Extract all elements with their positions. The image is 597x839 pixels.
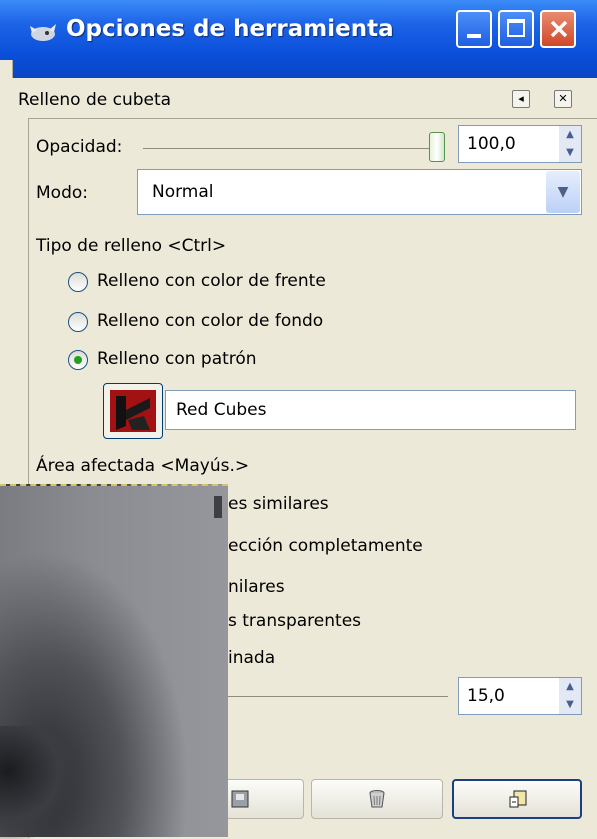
radio-selected-dot <box>74 356 82 364</box>
radio-pattern[interactable] <box>68 350 88 370</box>
affected-area-label: Área afectada <Mayús.> <box>36 456 250 476</box>
delete-options-button[interactable] <box>311 779 443 819</box>
gimp-logo-icon <box>30 24 56 41</box>
photo-speck <box>214 496 222 518</box>
opacity-value: 100,0 <box>467 134 516 154</box>
option-partial-4[interactable]: s transparentes <box>228 611 361 631</box>
option-partial-3[interactable]: nilares <box>228 577 285 597</box>
pattern-select-button[interactable] <box>103 383 163 439</box>
close-button[interactable] <box>540 10 576 48</box>
option-partial-2[interactable]: ección completamente <box>228 536 423 556</box>
window-title: Opciones de herramienta <box>66 16 394 42</box>
dock-title: Relleno de cubeta <box>18 90 172 110</box>
spin-down-icon[interactable]: ▼ <box>559 696 581 714</box>
window-titlebar[interactable]: Opciones de herramienta <box>0 0 597 78</box>
dock-menu-icon[interactable]: ◂ <box>512 90 530 108</box>
opacity-slider-thumb[interactable] <box>429 132 445 162</box>
pattern-preview <box>110 390 156 432</box>
mode-value: Normal <box>152 182 214 202</box>
mode-combo[interactable]: Normal ▼ <box>137 169 582 215</box>
option-partial-1[interactable]: es similares <box>228 494 329 514</box>
opacity-slider-track[interactable] <box>143 148 435 149</box>
reset-options-button[interactable] <box>452 779 582 819</box>
maximize-icon <box>507 19 525 37</box>
opacity-label: Opacidad: <box>36 137 123 157</box>
chevron-down-icon[interactable]: ▼ <box>546 171 580 213</box>
pattern-name-field[interactable]: Red Cubes <box>165 390 576 430</box>
minimize-button[interactable] <box>456 10 492 48</box>
trash-icon <box>369 790 385 808</box>
reset-icon <box>509 790 527 808</box>
radio-pattern-label[interactable]: Relleno con patrón <box>97 349 257 369</box>
dock-close-icon[interactable]: ✕ <box>554 90 572 108</box>
save-options-button[interactable] <box>220 779 304 819</box>
close-icon <box>550 20 568 38</box>
spin-down-icon[interactable]: ▼ <box>559 144 581 162</box>
red-cubes-pattern-icon <box>110 390 156 432</box>
radio-bg-color-label[interactable]: Relleno con color de fondo <box>97 311 323 331</box>
threshold-spinbox[interactable]: 15,0 ▲ ▼ <box>458 677 582 715</box>
radio-bg-color[interactable] <box>68 312 88 332</box>
pattern-name: Red Cubes <box>176 400 267 420</box>
overlapping-photo <box>0 484 228 839</box>
threshold-slider-track[interactable] <box>228 696 448 697</box>
photo-dark-region <box>0 726 80 839</box>
mode-label: Modo: <box>36 183 88 203</box>
fill-type-label: Tipo de relleno <Ctrl> <box>36 236 227 256</box>
radio-fg-color[interactable] <box>68 272 88 292</box>
threshold-value: 15,0 <box>467 686 505 706</box>
option-partial-5[interactable]: inada <box>228 648 275 668</box>
radio-fg-color-label[interactable]: Relleno con color de frente <box>97 271 326 291</box>
minimize-icon <box>467 34 481 38</box>
spin-up-icon[interactable]: ▲ <box>559 126 581 144</box>
save-icon <box>231 790 249 808</box>
opacity-spinbox[interactable]: 100,0 ▲ ▼ <box>458 125 582 163</box>
maximize-button[interactable] <box>498 10 534 48</box>
spin-up-icon[interactable]: ▲ <box>559 678 581 696</box>
